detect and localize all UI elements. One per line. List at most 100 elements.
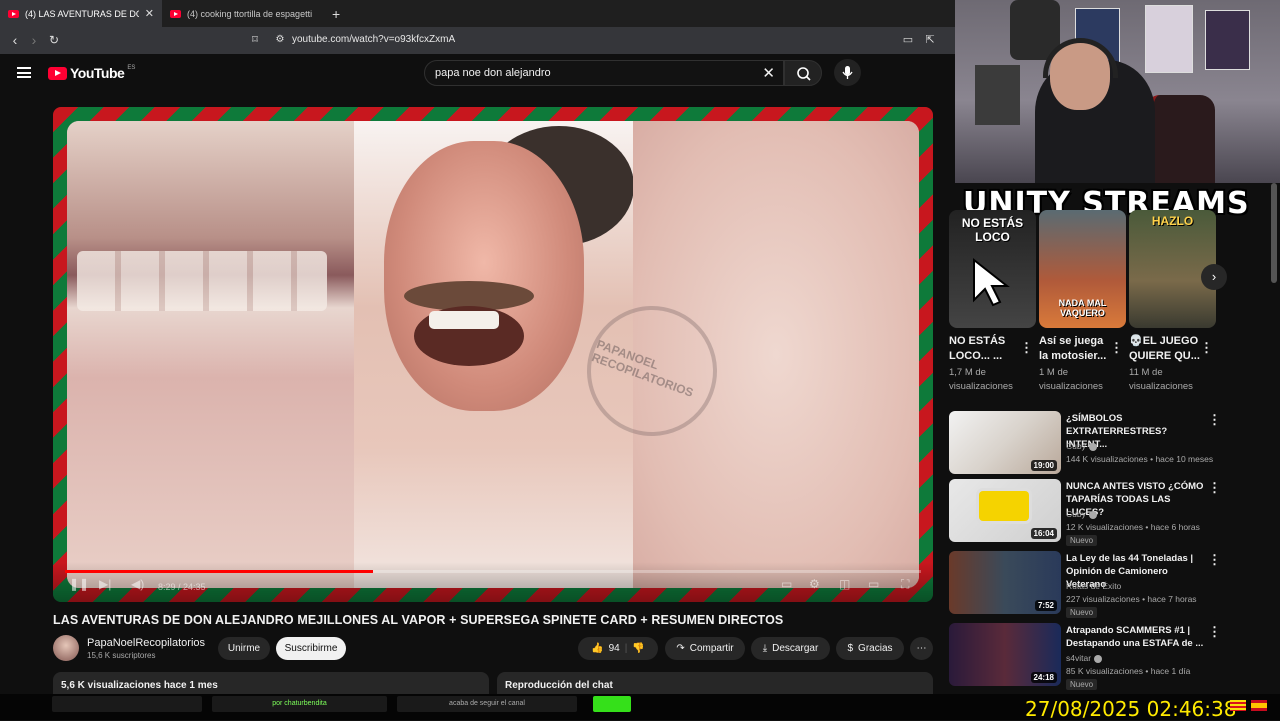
sidebar-scrollbar[interactable] [1271, 183, 1277, 283]
recommended-channel[interactable]: Rutas de Éxito [1066, 581, 1121, 591]
recommended-channel[interactable]: Cuby [1066, 441, 1097, 451]
miniplayer-icon[interactable]: ◫ [839, 577, 850, 591]
recommended-meta: 12 K visualizaciones • hace 6 horas [1066, 522, 1200, 532]
thumbs-down-icon[interactable]: 👎 [632, 643, 644, 654]
download-button[interactable]: ⤓ Descargar [751, 637, 830, 660]
player-controls: ❚❚ ▶| ◀) 8:29 / 24:35 ▭ ⚙ ◫ ▭ ⛶ [53, 562, 933, 602]
browser-tab-inactive[interactable]: (4) cooking ttortilla de espagetti coc [162, 0, 322, 27]
more-options-icon[interactable]: ⋮ [1020, 340, 1033, 356]
more-options-icon[interactable]: ⋮ [1208, 480, 1221, 496]
search-input[interactable]: papa noe don alejandro ✕ [424, 60, 784, 86]
more-options-icon[interactable]: ⋮ [1208, 624, 1221, 640]
back-arrow-icon[interactable]: ‹ [6, 31, 24, 49]
short-thumbnail[interactable]: NO ESTÁS LOCO [949, 210, 1036, 328]
recommended-meta: 144 K visualizaciones • hace 10 meses [1066, 454, 1214, 464]
overlay-chip: por chaturbendita [212, 696, 387, 712]
pause-icon[interactable]: ❚❚ [69, 577, 89, 591]
verified-icon [1088, 442, 1097, 451]
short-views: 1,7 M de visualizaciones [949, 367, 1013, 392]
recommended-meta: 227 visualizaciones • hace 7 horas [1066, 594, 1197, 604]
stream-clock: 27/08/2025 02:46:38 [1025, 697, 1237, 721]
fullscreen-icon[interactable]: ⛶ [901, 577, 909, 592]
like-dislike-group[interactable]: 👍 94 | 👎 [578, 637, 658, 660]
subscribe-button[interactable]: Suscribirme [276, 637, 346, 660]
recommended-title[interactable]: Atrapando SCAMMERS #1 | Destapando una E… [1066, 624, 1204, 650]
region-label: ES [127, 65, 136, 71]
thanks-label: Gracias [858, 643, 893, 654]
video-thumbnail[interactable]: 7:52 [949, 551, 1061, 614]
video-thumbnail[interactable]: 24:18 [949, 623, 1061, 686]
more-options-icon[interactable]: ⋮ [1208, 412, 1221, 428]
site-info-icon[interactable]: ⚙ [271, 31, 289, 49]
duration-badge: 16:04 [1030, 528, 1057, 539]
thumbs-up-icon[interactable]: 👍 [591, 643, 603, 654]
channel-avatar[interactable] [53, 635, 79, 661]
next-icon[interactable]: ▶| [99, 577, 111, 591]
reload-icon[interactable]: ↻ [45, 31, 63, 49]
thanks-button[interactable]: $ Gracias [836, 637, 904, 660]
voice-search-button[interactable] [834, 59, 861, 86]
teeth [429, 311, 499, 329]
more-options-icon[interactable]: ⋮ [1208, 552, 1221, 568]
clear-search-icon[interactable]: ✕ [762, 64, 775, 82]
browser-tab-active[interactable]: (4) LAS AVENTURAS DE DON ✕ [0, 0, 162, 27]
share-icon[interactable]: ⇱ [921, 31, 939, 49]
microphone-icon [842, 66, 853, 79]
duration-badge: 24:18 [1030, 672, 1057, 683]
monitor [975, 65, 1020, 125]
video-frame: PAPANOEL RECOPILATORIOS [67, 121, 919, 588]
video-panel-left [67, 121, 354, 588]
new-badge: Nuevo [1066, 535, 1098, 546]
verified-icon [1088, 510, 1097, 519]
light-panel [979, 491, 1029, 521]
volume-icon[interactable]: ◀) [131, 577, 144, 591]
description-box[interactable]: 5,6 K visualizaciones hace 1 mes [53, 672, 489, 694]
recommended-channel[interactable]: s4vitar [1066, 653, 1103, 663]
channel-name: s4vitar [1066, 653, 1092, 663]
short-caption: NADA MAL VAQUERO [1058, 298, 1107, 318]
short-views: 11 M de visualizaciones [1129, 367, 1193, 392]
spain-flag-icon [1251, 700, 1267, 711]
chat-replay-box[interactable]: Reproducción del chat [497, 672, 933, 694]
channel-name: Cuby [1066, 509, 1086, 519]
more-options-icon[interactable]: ⋮ [1200, 340, 1213, 356]
next-shorts-button[interactable]: › [1201, 264, 1227, 290]
new-tab-button[interactable]: + [322, 6, 350, 27]
video-thumbnail[interactable]: 16:04 [949, 479, 1061, 542]
more-actions-button[interactable]: ⋯ [910, 637, 933, 660]
share-arrow-icon: ↷ [676, 643, 685, 654]
recommended-channel[interactable]: Cuby [1066, 509, 1097, 519]
forward-arrow-icon[interactable]: › [25, 31, 43, 49]
youtube-favicon-icon [170, 9, 181, 18]
cursor-icon [973, 257, 1010, 307]
search-button[interactable] [784, 60, 822, 86]
menu-icon[interactable] [17, 67, 31, 78]
recommended-meta: 85 K visualizaciones • hace 1 día [1066, 666, 1191, 676]
short-title[interactable]: Así se juega la motosier... [1039, 334, 1114, 364]
youtube-logo[interactable]: YouTube ES [48, 65, 135, 81]
short-views: 1 M de visualizaciones [1039, 367, 1103, 392]
share-button[interactable]: ↷ Compartir [665, 637, 745, 660]
short-thumbnail[interactable]: NADA MAL VAQUERO [1039, 210, 1126, 328]
channel-name[interactable]: PapaNoelRecopilatorios [87, 637, 205, 649]
overlay-chip: acaba de seguir el canal [397, 696, 577, 712]
cast-icon[interactable]: ▭ [899, 31, 917, 49]
duration-badge: 7:52 [1034, 600, 1057, 611]
close-tab-icon[interactable]: ✕ [145, 7, 154, 20]
bookmark-icon[interactable]: ⌑ [246, 31, 264, 49]
search-value: papa noe don alejandro [435, 67, 551, 79]
video-player[interactable]: PAPANOEL RECOPILATORIOS ❚❚ ▶| ◀) 8:29 / … [53, 107, 933, 602]
webcam-overlay [955, 0, 1280, 183]
thanks-icon: $ [847, 643, 854, 654]
join-button[interactable]: Unirme [218, 637, 270, 660]
progress-bar[interactable] [65, 570, 921, 573]
video-thumbnail[interactable]: 19:00 [949, 411, 1061, 474]
more-options-icon[interactable]: ⋮ [1110, 340, 1123, 356]
settings-icon[interactable]: ⚙ [809, 577, 820, 591]
url-field[interactable]: youtube.com/watch?v=o93kfcxZxmA [292, 34, 455, 45]
captions-icon[interactable]: ▭ [781, 577, 792, 591]
theater-icon[interactable]: ▭ [868, 577, 879, 591]
short-title[interactable]: 💀EL JUEGO QUIERE QU... [1129, 334, 1204, 364]
new-badge: Nuevo [1066, 607, 1098, 618]
short-title[interactable]: NO ESTÁS LOCO... ... [949, 334, 1024, 364]
